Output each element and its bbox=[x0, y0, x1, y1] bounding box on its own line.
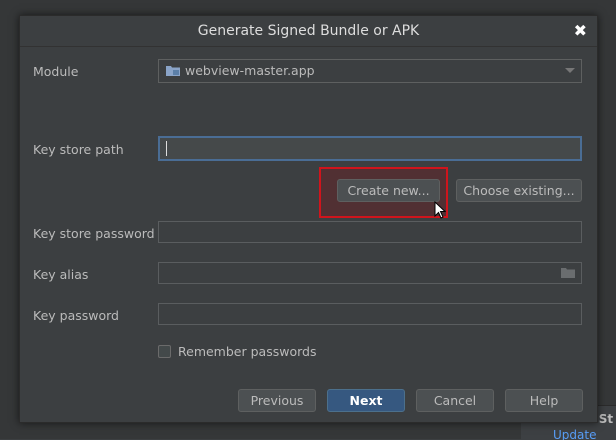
key-alias-label: Key alias bbox=[33, 267, 89, 282]
close-icon[interactable]: ✖ bbox=[574, 16, 587, 46]
remember-passwords-checkbox[interactable] bbox=[158, 345, 171, 358]
key-password-label: Key password bbox=[33, 308, 119, 323]
help-button[interactable]: Help bbox=[505, 389, 583, 412]
dialog-title: Generate Signed Bundle or APK bbox=[197, 23, 420, 39]
key-password-input[interactable] bbox=[158, 303, 582, 325]
cancel-button[interactable]: Cancel bbox=[416, 389, 494, 412]
previous-button[interactable]: Previous bbox=[238, 389, 316, 412]
module-select[interactable]: webview-master.app bbox=[158, 59, 582, 83]
text-caret bbox=[166, 141, 167, 156]
next-button[interactable]: Next bbox=[327, 389, 405, 412]
key-store-path-input[interactable] bbox=[158, 136, 582, 161]
key-store-password-label: Key store password bbox=[33, 226, 155, 241]
folder-icon bbox=[166, 66, 180, 76]
background-update-link[interactable]: Update bbox=[553, 428, 596, 440]
key-store-path-label: Key store path bbox=[33, 142, 124, 157]
chevron-down-icon[interactable] bbox=[565, 68, 575, 73]
mouse-cursor-icon bbox=[434, 201, 447, 219]
module-label: Module bbox=[33, 64, 79, 79]
key-alias-input[interactable] bbox=[158, 262, 582, 284]
key-store-password-input[interactable] bbox=[158, 221, 582, 243]
dialog-titlebar: Generate Signed Bundle or APK ✖ bbox=[20, 16, 597, 47]
choose-existing-button[interactable]: Choose existing... bbox=[456, 179, 582, 202]
signed-bundle-dialog: Generate Signed Bundle or APK ✖ Module w… bbox=[19, 15, 598, 423]
remember-passwords-label: Remember passwords bbox=[178, 344, 317, 359]
create-new-button[interactable]: Create new... bbox=[337, 179, 440, 202]
module-value: webview-master.app bbox=[185, 63, 315, 78]
folder-icon[interactable] bbox=[561, 267, 575, 278]
